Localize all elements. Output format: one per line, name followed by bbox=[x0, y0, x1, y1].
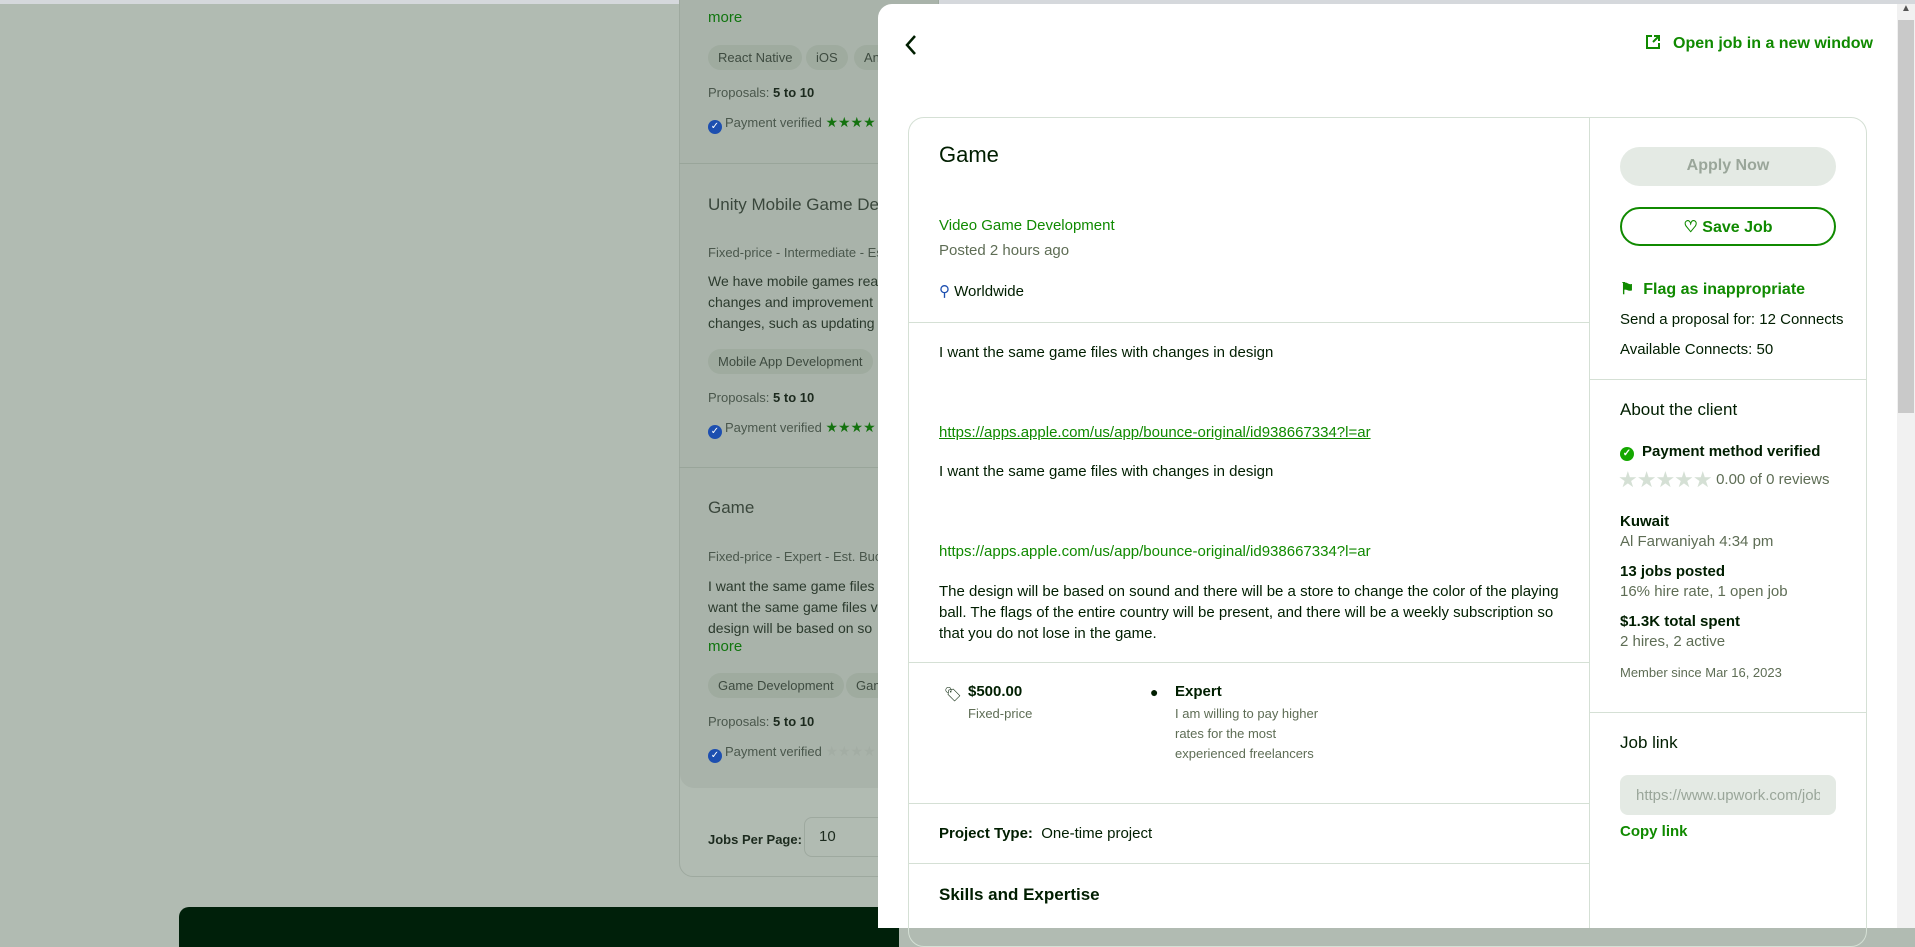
chevron-left-icon bbox=[905, 35, 916, 55]
payment-verified: ✓ Payment verified ★★★★ bbox=[708, 419, 876, 439]
skills-heading: Skills and Expertise bbox=[939, 885, 1100, 904]
experience-level: Expert bbox=[1175, 683, 1222, 700]
hires: 2 hires, 2 active bbox=[1620, 633, 1726, 650]
proposals: Proposals: 5 to 10 bbox=[708, 714, 815, 729]
rating-stars: ★★★★★ bbox=[1618, 467, 1713, 492]
job-title[interactable]: Game bbox=[708, 498, 754, 518]
hire-rate: 16% hire rate, 1 open job bbox=[1620, 583, 1788, 600]
client-city-time: Al Farwaniyah 4:34 pm bbox=[1620, 533, 1774, 550]
total-spent: $1.3K total spent bbox=[1620, 613, 1741, 630]
skill-tag[interactable]: React Native bbox=[708, 45, 803, 70]
divider bbox=[679, 467, 879, 468]
job-desc-line: design will be based on so bbox=[708, 620, 873, 636]
client-rating: ★★★★★ 0.00 of 0 reviews bbox=[1618, 467, 1830, 492]
copy-link-button[interactable]: Copy link bbox=[1620, 823, 1688, 840]
proposals: Proposals: 5 to 10 bbox=[708, 85, 815, 100]
client-country: Kuwait bbox=[1620, 513, 1670, 530]
member-since: Member since Mar 16, 2023 bbox=[1620, 665, 1782, 680]
connects-available: Available Connects: 50 bbox=[1620, 341, 1774, 358]
job-link-input[interactable] bbox=[1620, 775, 1836, 815]
divider bbox=[909, 662, 1589, 663]
level-desc: experienced freelancers bbox=[1175, 746, 1314, 761]
flag-link[interactable]: ⚑ Flag as inappropriate bbox=[1620, 279, 1805, 299]
price-tag-icon: 🏷 bbox=[944, 686, 962, 702]
external-link-icon bbox=[1646, 35, 1660, 49]
location-pin-icon: ⚲ bbox=[939, 283, 950, 300]
verified-check-icon: ✓ bbox=[1620, 447, 1634, 461]
payment-verified: ✓ Payment verified ★★★★ bbox=[708, 743, 876, 763]
verified-badge-icon: ✓ bbox=[708, 120, 722, 134]
heart-icon: ♡ bbox=[1683, 219, 1698, 236]
verified-badge-icon: ✓ bbox=[708, 749, 722, 763]
price: $500.00 bbox=[968, 683, 1023, 700]
location: ⚲ Worldwide bbox=[939, 283, 1024, 300]
divider bbox=[909, 322, 1589, 323]
more-link[interactable]: more bbox=[708, 638, 742, 655]
skill-tag[interactable]: Game Development bbox=[708, 673, 844, 698]
scrollbar-thumb[interactable] bbox=[1898, 20, 1914, 413]
payment-method-verified: ✓ Payment method verified bbox=[1620, 443, 1820, 461]
verified-badge-icon: ✓ bbox=[708, 425, 722, 439]
level-desc: I am willing to pay higher bbox=[1175, 706, 1319, 721]
job-desc-line: changes and improvement bbox=[708, 294, 873, 310]
job-title: Game bbox=[939, 142, 999, 167]
payment-verified: ✓ Payment verified ★★★★ bbox=[708, 114, 876, 134]
job-desc-line: changes, such as updating bbox=[708, 315, 875, 331]
description-text: I want the same game files with changes … bbox=[939, 463, 1274, 480]
category-link[interactable]: Video Game Development bbox=[939, 217, 1115, 234]
connects-required: Send a proposal for: 12 Connects bbox=[1620, 311, 1844, 328]
job-desc-line: want the same game files v bbox=[708, 599, 878, 615]
description-text: ball. The flags of the entire country wi… bbox=[939, 604, 1554, 621]
column-divider bbox=[1589, 118, 1590, 928]
divider bbox=[909, 803, 1589, 804]
scroll-up-arrow-icon[interactable]: ▲ bbox=[1901, 3, 1911, 14]
description-text: I want the same game files with changes … bbox=[939, 344, 1274, 361]
about-client-heading: About the client bbox=[1620, 400, 1738, 419]
jobs-posted: 13 jobs posted bbox=[1620, 563, 1726, 580]
description-text: The design will be based on sound and th… bbox=[939, 583, 1559, 600]
expert-brain-icon: ● bbox=[1150, 684, 1159, 700]
job-desc-line: We have mobile games rea bbox=[708, 273, 879, 289]
open-new-window-label: Open job in a new window bbox=[1673, 35, 1873, 52]
more-link[interactable]: more bbox=[708, 9, 742, 26]
jobs-per-page-value: 10 bbox=[819, 828, 836, 845]
divider bbox=[679, 163, 879, 164]
posted-time: Posted 2 hours ago bbox=[939, 242, 1070, 259]
footer-bar bbox=[179, 907, 899, 947]
rating-stars: ★★★★ bbox=[825, 419, 876, 435]
job-meta: Fixed-price - Intermediate - Es bbox=[708, 245, 883, 260]
description-link[interactable]: https://apps.apple.com/us/app/bounce-ori… bbox=[939, 543, 1371, 560]
description-link[interactable]: https://apps.apple.com/us/app/bounce-ori… bbox=[939, 424, 1371, 441]
price-type: Fixed-price bbox=[968, 706, 1033, 721]
jobs-per-page-label: Jobs Per Page: bbox=[708, 832, 802, 847]
job-desc-line: I want the same game files bbox=[708, 578, 875, 594]
description-text: that you do not lose in the game. bbox=[939, 625, 1157, 642]
job-link-heading: Job link bbox=[1620, 733, 1678, 752]
save-job-button[interactable]: ♡ Save Job bbox=[1620, 207, 1836, 246]
back-button[interactable] bbox=[900, 30, 924, 60]
project-type: Project Type: One-time project bbox=[939, 825, 1153, 842]
divider bbox=[1590, 379, 1867, 380]
level-desc: rates for the most bbox=[1175, 726, 1277, 741]
proposals: Proposals: 5 to 10 bbox=[708, 390, 815, 405]
skill-tag[interactable]: iOS bbox=[806, 45, 848, 70]
rating-stars: ★★★★ bbox=[825, 743, 876, 759]
job-meta: Fixed-price - Expert - Est. Buc bbox=[708, 549, 882, 564]
skill-tag[interactable]: Mobile App Development bbox=[708, 349, 873, 374]
flag-icon: ⚑ bbox=[1620, 281, 1635, 298]
open-new-window-link[interactable]: Open job in a new window bbox=[1645, 34, 1873, 53]
job-title[interactable]: Unity Mobile Game Dev bbox=[708, 195, 888, 215]
divider bbox=[909, 863, 1589, 864]
divider bbox=[1590, 712, 1867, 713]
rating-stars: ★★★★ bbox=[825, 114, 876, 130]
apply-now-button[interactable]: Apply Now bbox=[1620, 147, 1836, 186]
